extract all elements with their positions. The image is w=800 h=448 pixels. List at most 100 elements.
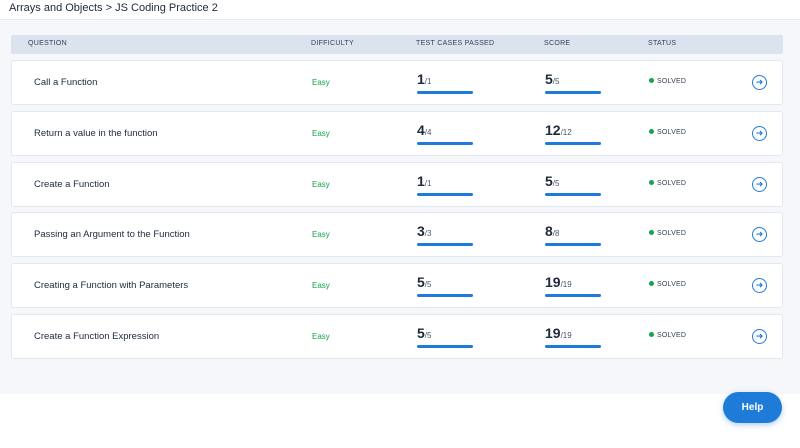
status-label: SOLVED [657, 129, 687, 136]
score-progress-fill [545, 243, 601, 246]
table-row[interactable]: Creating a Function with Parameters Easy 5… [11, 263, 783, 308]
score-metric: 5/5 [545, 71, 603, 94]
status-label: SOLVED [657, 332, 687, 339]
difficulty-label: Easy [312, 129, 330, 138]
test-cases-metric: 1/1 [417, 71, 475, 94]
status-dot-icon [649, 332, 654, 337]
score-progress-fill [545, 345, 601, 348]
table-row[interactable]: Create a Function Easy 1/1 5/5 SOLVED ➜ [11, 162, 783, 207]
question-title[interactable]: Return a value in the function [34, 128, 158, 139]
score-value: 19 [545, 325, 561, 341]
score-progress-bar [545, 243, 601, 246]
test-cases-metric: 4/4 [417, 122, 475, 145]
tests-progress-bar [417, 91, 473, 94]
table-row[interactable]: Create a Function Expression Easy 5/5 19/19… [11, 314, 783, 359]
status-badge: SOLVED [649, 230, 686, 237]
tests-passed-value: 1 [417, 71, 425, 87]
help-button[interactable]: Help [723, 392, 782, 423]
status-label: SOLVED [657, 230, 687, 237]
score-total-value: /12 [560, 128, 572, 137]
score-metric: 12/12 [545, 122, 603, 145]
breadcrumb-parent[interactable]: Arrays and Objects [9, 2, 103, 14]
status-label: SOLVED [657, 281, 687, 288]
arrow-circle-right-icon[interactable]: ➜ [752, 278, 767, 293]
score-progress-bar [545, 193, 601, 196]
difficulty-label: Easy [312, 332, 330, 341]
arrow-circle-right-icon[interactable]: ➜ [752, 75, 767, 90]
tests-progress-bar [417, 142, 473, 145]
score-progress-fill [545, 142, 601, 145]
table-row[interactable]: Return a value in the function Easy 4/4 12/… [11, 111, 783, 156]
status-badge: SOLVED [649, 281, 686, 288]
tests-progress-fill [417, 193, 473, 196]
score-total-value: /19 [560, 331, 572, 340]
status-dot-icon [649, 78, 654, 83]
table-header: QUESTION DIFFICULTY TEST CASES PASSED SC… [11, 35, 783, 54]
status-dot-icon [649, 230, 654, 235]
status-dot-icon [649, 180, 654, 185]
tests-total-value: /3 [424, 229, 432, 238]
status-label: SOLVED [657, 180, 687, 187]
status-label: SOLVED [657, 78, 687, 85]
top-bar: Arrays and Objects > JS Coding Practice … [0, 0, 800, 20]
breadcrumb-current: JS Coding Practice 2 [115, 2, 218, 14]
tests-passed-value: 4 [417, 122, 425, 138]
score-progress-fill [545, 193, 601, 196]
score-metric: 19/19 [545, 325, 603, 348]
status-badge: SOLVED [649, 129, 686, 136]
score-progress-bar [545, 345, 601, 348]
arrow-circle-right-icon[interactable]: ➜ [752, 126, 767, 141]
score-progress-bar [545, 142, 601, 145]
tests-progress-bar [417, 243, 473, 246]
tests-total-value: /5 [424, 331, 432, 340]
score-value: 19 [545, 274, 561, 290]
tests-passed-value: 5 [417, 274, 425, 290]
score-metric: 8/8 [545, 223, 603, 246]
test-cases-metric: 5/5 [417, 274, 475, 297]
tests-total-value: /1 [424, 77, 432, 86]
tests-progress-bar [417, 345, 473, 348]
question-title[interactable]: Create a Function Expression [34, 331, 159, 342]
tests-progress-bar [417, 193, 473, 196]
header-status: STATUS [648, 40, 677, 47]
score-progress-fill [545, 91, 601, 94]
status-badge: SOLVED [649, 78, 686, 85]
question-title[interactable]: Call a Function [34, 77, 97, 88]
score-progress-fill [545, 294, 601, 297]
score-value: 8 [545, 223, 553, 239]
header-test-cases: TEST CASES PASSED [416, 40, 495, 47]
header-question: QUESTION [28, 40, 67, 47]
arrow-circle-right-icon[interactable]: ➜ [752, 227, 767, 242]
difficulty-label: Easy [312, 230, 330, 239]
arrow-circle-right-icon[interactable]: ➜ [752, 329, 767, 344]
score-total-value: /5 [552, 179, 560, 188]
score-total-value: /8 [552, 229, 560, 238]
score-value: 5 [545, 71, 553, 87]
question-title[interactable]: Passing an Argument to the Function [34, 229, 190, 240]
tests-passed-value: 5 [417, 325, 425, 341]
questions-panel: QUESTION DIFFICULTY TEST CASES PASSED SC… [0, 20, 800, 394]
difficulty-label: Easy [312, 180, 330, 189]
score-value: 12 [545, 122, 561, 138]
header-difficulty: DIFFICULTY [311, 40, 354, 47]
question-title[interactable]: Creating a Function with Parameters [34, 280, 188, 291]
tests-passed-value: 3 [417, 223, 425, 239]
tests-progress-fill [417, 142, 473, 145]
tests-passed-value: 1 [417, 173, 425, 189]
table-row[interactable]: Passing an Argument to the Function Easy 3… [11, 212, 783, 257]
header-score: SCORE [544, 40, 571, 47]
score-metric: 19/19 [545, 274, 603, 297]
tests-progress-fill [417, 294, 473, 297]
score-progress-bar [545, 91, 601, 94]
arrow-circle-right-icon[interactable]: ➜ [752, 177, 767, 192]
tests-progress-fill [417, 345, 473, 348]
tests-total-value: /5 [424, 280, 432, 289]
tests-total-value: /4 [424, 128, 432, 137]
table-row[interactable]: Call a Function Easy 1/1 5/5 SOLVED ➜ [11, 60, 783, 105]
breadcrumb: Arrays and Objects > JS Coding Practice … [9, 2, 218, 14]
test-cases-metric: 1/1 [417, 173, 475, 196]
difficulty-label: Easy [312, 78, 330, 87]
test-cases-metric: 5/5 [417, 325, 475, 348]
status-dot-icon [649, 281, 654, 286]
question-title[interactable]: Create a Function [34, 179, 110, 190]
